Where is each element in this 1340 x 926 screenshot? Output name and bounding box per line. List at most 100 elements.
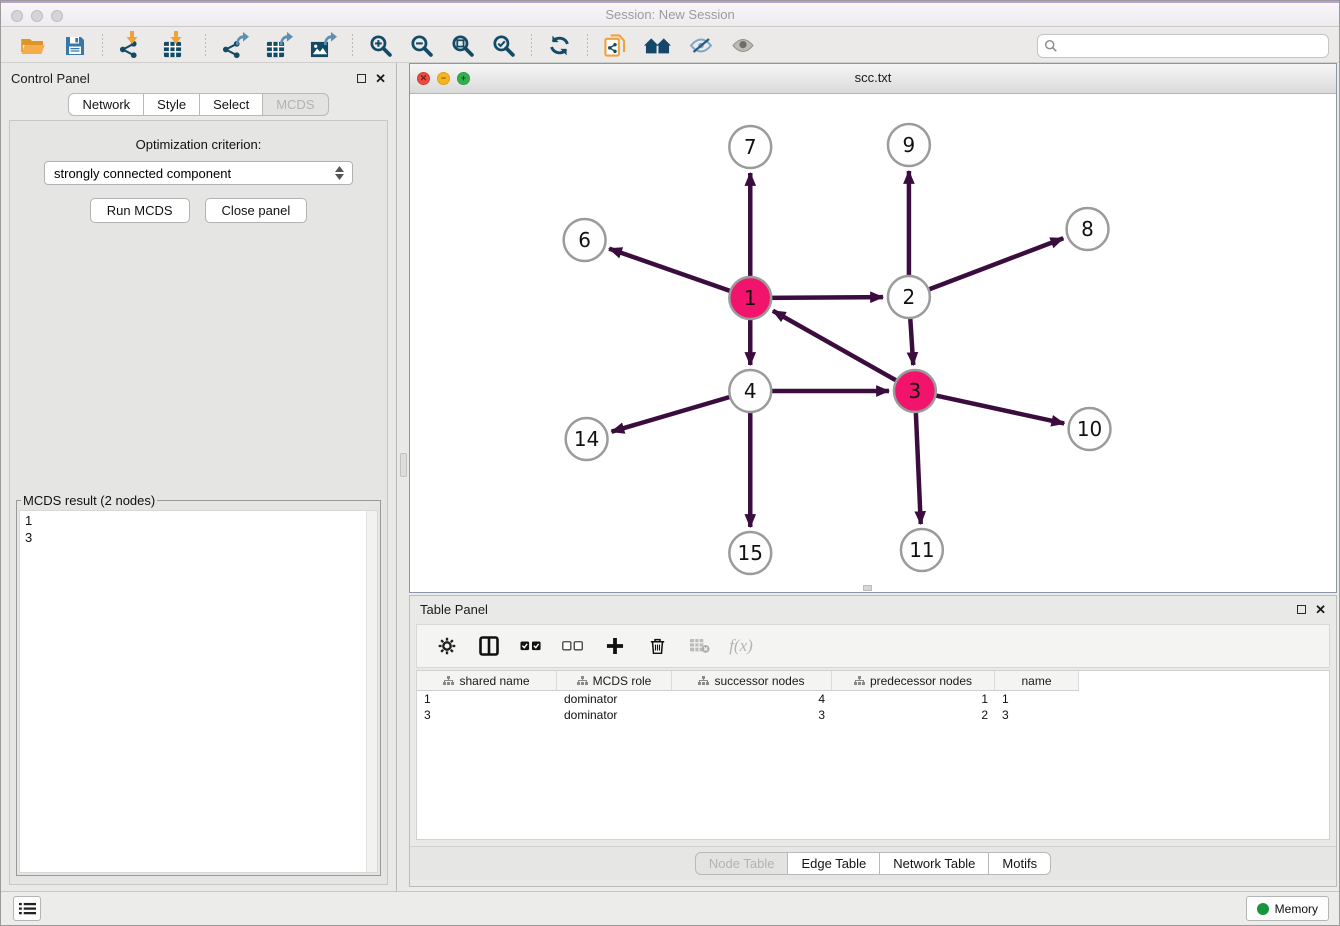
save-floppy-icon bbox=[64, 35, 86, 57]
node-15[interactable]: 15 bbox=[729, 532, 771, 574]
tab-edge-table[interactable]: Edge Table bbox=[788, 852, 880, 875]
edge-1-6[interactable] bbox=[609, 249, 734, 293]
memory-label: Memory bbox=[1275, 902, 1318, 916]
node-label: 10 bbox=[1077, 417, 1102, 441]
edge-2-3[interactable] bbox=[910, 314, 913, 365]
node-6[interactable]: 6 bbox=[564, 219, 606, 261]
node-3[interactable]: 3 bbox=[894, 370, 936, 412]
table-row: 3dominator323 bbox=[417, 707, 1329, 723]
node-10[interactable]: 10 bbox=[1069, 408, 1111, 450]
close-panel-icon[interactable]: ✕ bbox=[375, 72, 386, 85]
mcds-result-text[interactable]: 1 3 bbox=[20, 511, 365, 872]
result-scrollbar[interactable] bbox=[366, 511, 377, 872]
delete-column-button[interactable] bbox=[641, 628, 673, 664]
column-header-shared-name[interactable]: shared name bbox=[417, 671, 557, 691]
search-input[interactable] bbox=[1063, 39, 1322, 53]
table-cell[interactable]: 1 bbox=[995, 691, 1079, 707]
splitter-grip-icon[interactable] bbox=[400, 453, 407, 477]
unchecked-boxes-icon bbox=[562, 641, 584, 651]
copy-network-icon bbox=[604, 34, 626, 57]
toolbar-separator bbox=[531, 34, 532, 58]
zoom-selected-button[interactable] bbox=[486, 31, 521, 61]
close-table-panel-icon[interactable]: ✕ bbox=[1315, 603, 1326, 616]
edge-1-2[interactable] bbox=[767, 297, 883, 298]
optimization-criterion-select[interactable]: strongly connected component bbox=[44, 161, 353, 185]
tab-select[interactable]: Select bbox=[200, 93, 263, 116]
open-session-button[interactable] bbox=[14, 31, 52, 61]
node-label: 6 bbox=[578, 228, 591, 252]
column-header-name[interactable]: name bbox=[995, 671, 1079, 691]
toolbar-separator bbox=[102, 34, 103, 58]
node-2[interactable]: 2 bbox=[888, 276, 930, 318]
table-panel: Table Panel ✕ bbox=[409, 595, 1337, 887]
column-header-predecessor-nodes[interactable]: predecessor nodes bbox=[832, 671, 995, 691]
table-cell[interactable]: dominator bbox=[557, 691, 672, 707]
table-cell[interactable]: 3 bbox=[995, 707, 1079, 723]
show-all-button[interactable] bbox=[725, 31, 761, 61]
canvas-resize-grip[interactable] bbox=[863, 585, 872, 591]
import-network-icon bbox=[119, 33, 145, 59]
zoom-fit-button[interactable] bbox=[445, 31, 480, 61]
tab-network[interactable]: Network bbox=[68, 93, 144, 116]
edge-4-14[interactable] bbox=[612, 396, 734, 432]
tab-node-table[interactable]: Node Table bbox=[695, 852, 789, 875]
table-cell[interactable]: 4 bbox=[672, 691, 832, 707]
node-14[interactable]: 14 bbox=[566, 418, 608, 460]
main-area: Control Panel ✕ NetworkStyleSelectMCDS O… bbox=[1, 63, 1339, 891]
panel-splitter[interactable] bbox=[398, 63, 409, 891]
export-image-button[interactable] bbox=[304, 31, 342, 61]
hide-selected-button[interactable] bbox=[683, 31, 719, 61]
edge-3-1[interactable] bbox=[773, 311, 900, 383]
tab-network-table[interactable]: Network Table bbox=[880, 852, 989, 875]
column-header-MCDS-role[interactable]: MCDS role bbox=[557, 671, 672, 691]
export-table-button[interactable] bbox=[260, 31, 298, 61]
node-1[interactable]: 1 bbox=[729, 277, 771, 319]
table-cell[interactable]: 3 bbox=[672, 707, 832, 723]
table-panel-title: Table Panel bbox=[420, 602, 488, 617]
column-header-successor-nodes[interactable]: successor nodes bbox=[672, 671, 832, 691]
column-settings-gear-button[interactable] bbox=[431, 628, 463, 664]
add-column-button[interactable] bbox=[599, 628, 631, 664]
table-cell[interactable]: 3 bbox=[417, 707, 557, 723]
import-table-button[interactable] bbox=[157, 31, 195, 61]
tab-style[interactable]: Style bbox=[144, 93, 200, 116]
save-session-button[interactable] bbox=[58, 31, 92, 61]
clear-all-checkboxes-button[interactable] bbox=[557, 628, 589, 664]
apply-layout-refresh-button[interactable] bbox=[542, 31, 577, 61]
table-cell[interactable]: 1 bbox=[832, 691, 995, 707]
memory-button[interactable]: Memory bbox=[1246, 896, 1329, 921]
node-7[interactable]: 7 bbox=[729, 126, 771, 168]
edge-3-11[interactable] bbox=[916, 408, 921, 524]
float-table-panel-icon[interactable] bbox=[1297, 605, 1306, 614]
edge-3-10[interactable] bbox=[931, 395, 1064, 424]
zoom-in-button[interactable] bbox=[363, 31, 398, 61]
first-neighbors-button[interactable] bbox=[638, 31, 677, 61]
control-panel-title: Control Panel bbox=[11, 71, 90, 86]
export-table-icon bbox=[266, 33, 292, 59]
import-network-button[interactable] bbox=[113, 31, 151, 61]
node-9[interactable]: 9 bbox=[888, 124, 930, 166]
tab-motifs[interactable]: Motifs bbox=[989, 852, 1051, 875]
node-label: 4 bbox=[744, 379, 757, 403]
close-panel-button[interactable]: Close panel bbox=[205, 198, 308, 223]
node-label: 7 bbox=[744, 135, 757, 159]
export-network-button[interactable] bbox=[216, 31, 254, 61]
network-canvas[interactable]: 7 9 6 8 1 2 4 3 14 10 15 11 bbox=[410, 94, 1336, 592]
show-columns-button[interactable] bbox=[473, 628, 505, 664]
node-8[interactable]: 8 bbox=[1067, 208, 1109, 250]
zoom-out-button[interactable] bbox=[404, 31, 439, 61]
table-cell[interactable]: 2 bbox=[832, 707, 995, 723]
eye-icon bbox=[731, 37, 755, 54]
edge-2-8[interactable] bbox=[925, 238, 1064, 291]
table-cell[interactable]: 1 bbox=[417, 691, 557, 707]
new-network-from-selection-button[interactable] bbox=[598, 31, 632, 61]
table-cell[interactable]: dominator bbox=[557, 707, 672, 723]
node-4[interactable]: 4 bbox=[729, 370, 771, 412]
tab-mcds[interactable]: MCDS bbox=[263, 93, 328, 116]
float-panel-icon[interactable] bbox=[357, 74, 366, 83]
select-all-checkboxes-button[interactable] bbox=[515, 628, 547, 664]
table-row: 1dominator411 bbox=[417, 691, 1329, 707]
run-mcds-button[interactable]: Run MCDS bbox=[90, 198, 190, 223]
task-history-button[interactable] bbox=[13, 896, 41, 921]
node-11[interactable]: 11 bbox=[901, 529, 943, 571]
